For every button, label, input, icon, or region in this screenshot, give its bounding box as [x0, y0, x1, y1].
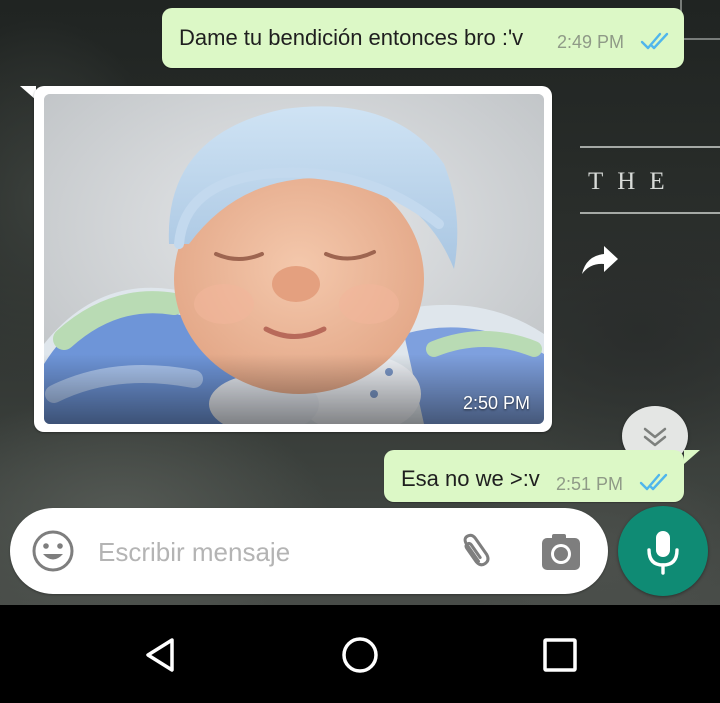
paperclip-icon[interactable] [450, 530, 494, 574]
system-navigation-bar [0, 605, 720, 703]
mic-button[interactable] [618, 506, 708, 596]
recents-square-icon[interactable] [540, 635, 580, 675]
mic-icon [647, 531, 679, 575]
share-icon[interactable] [578, 240, 622, 280]
message-text: Esa no we >:v [401, 466, 540, 491]
message-image[interactable]: 2:50 PM [44, 94, 544, 424]
read-ticks-icon [639, 473, 668, 491]
message-bubble-outgoing[interactable]: Dame tu bendición entonces bro :'v 2:49 … [162, 8, 684, 68]
message-composer [10, 508, 608, 594]
camera-icon[interactable] [540, 532, 582, 572]
message-input[interactable] [96, 528, 440, 576]
wallpaper-line-bottom [580, 212, 720, 214]
read-ticks-icon [640, 32, 669, 50]
message-text: Dame tu bendición entonces bro :'v [179, 25, 524, 50]
message-bubble-outgoing[interactable]: Esa no we >:v 2:51 PM [384, 450, 684, 502]
message-time: 2:51 PM [556, 474, 624, 494]
message-time: 2:49 PM [557, 32, 625, 52]
message-bubble-tail [684, 450, 700, 464]
wallpaper-text: THE [588, 168, 679, 195]
wallpaper-line-top [580, 146, 720, 148]
wallpaper-corner-mark [680, 0, 720, 40]
emoji-icon[interactable] [30, 528, 76, 574]
home-circle-icon[interactable] [340, 635, 380, 675]
message-time: 2:50 PM [462, 393, 530, 413]
back-triangle-icon[interactable] [140, 635, 180, 675]
